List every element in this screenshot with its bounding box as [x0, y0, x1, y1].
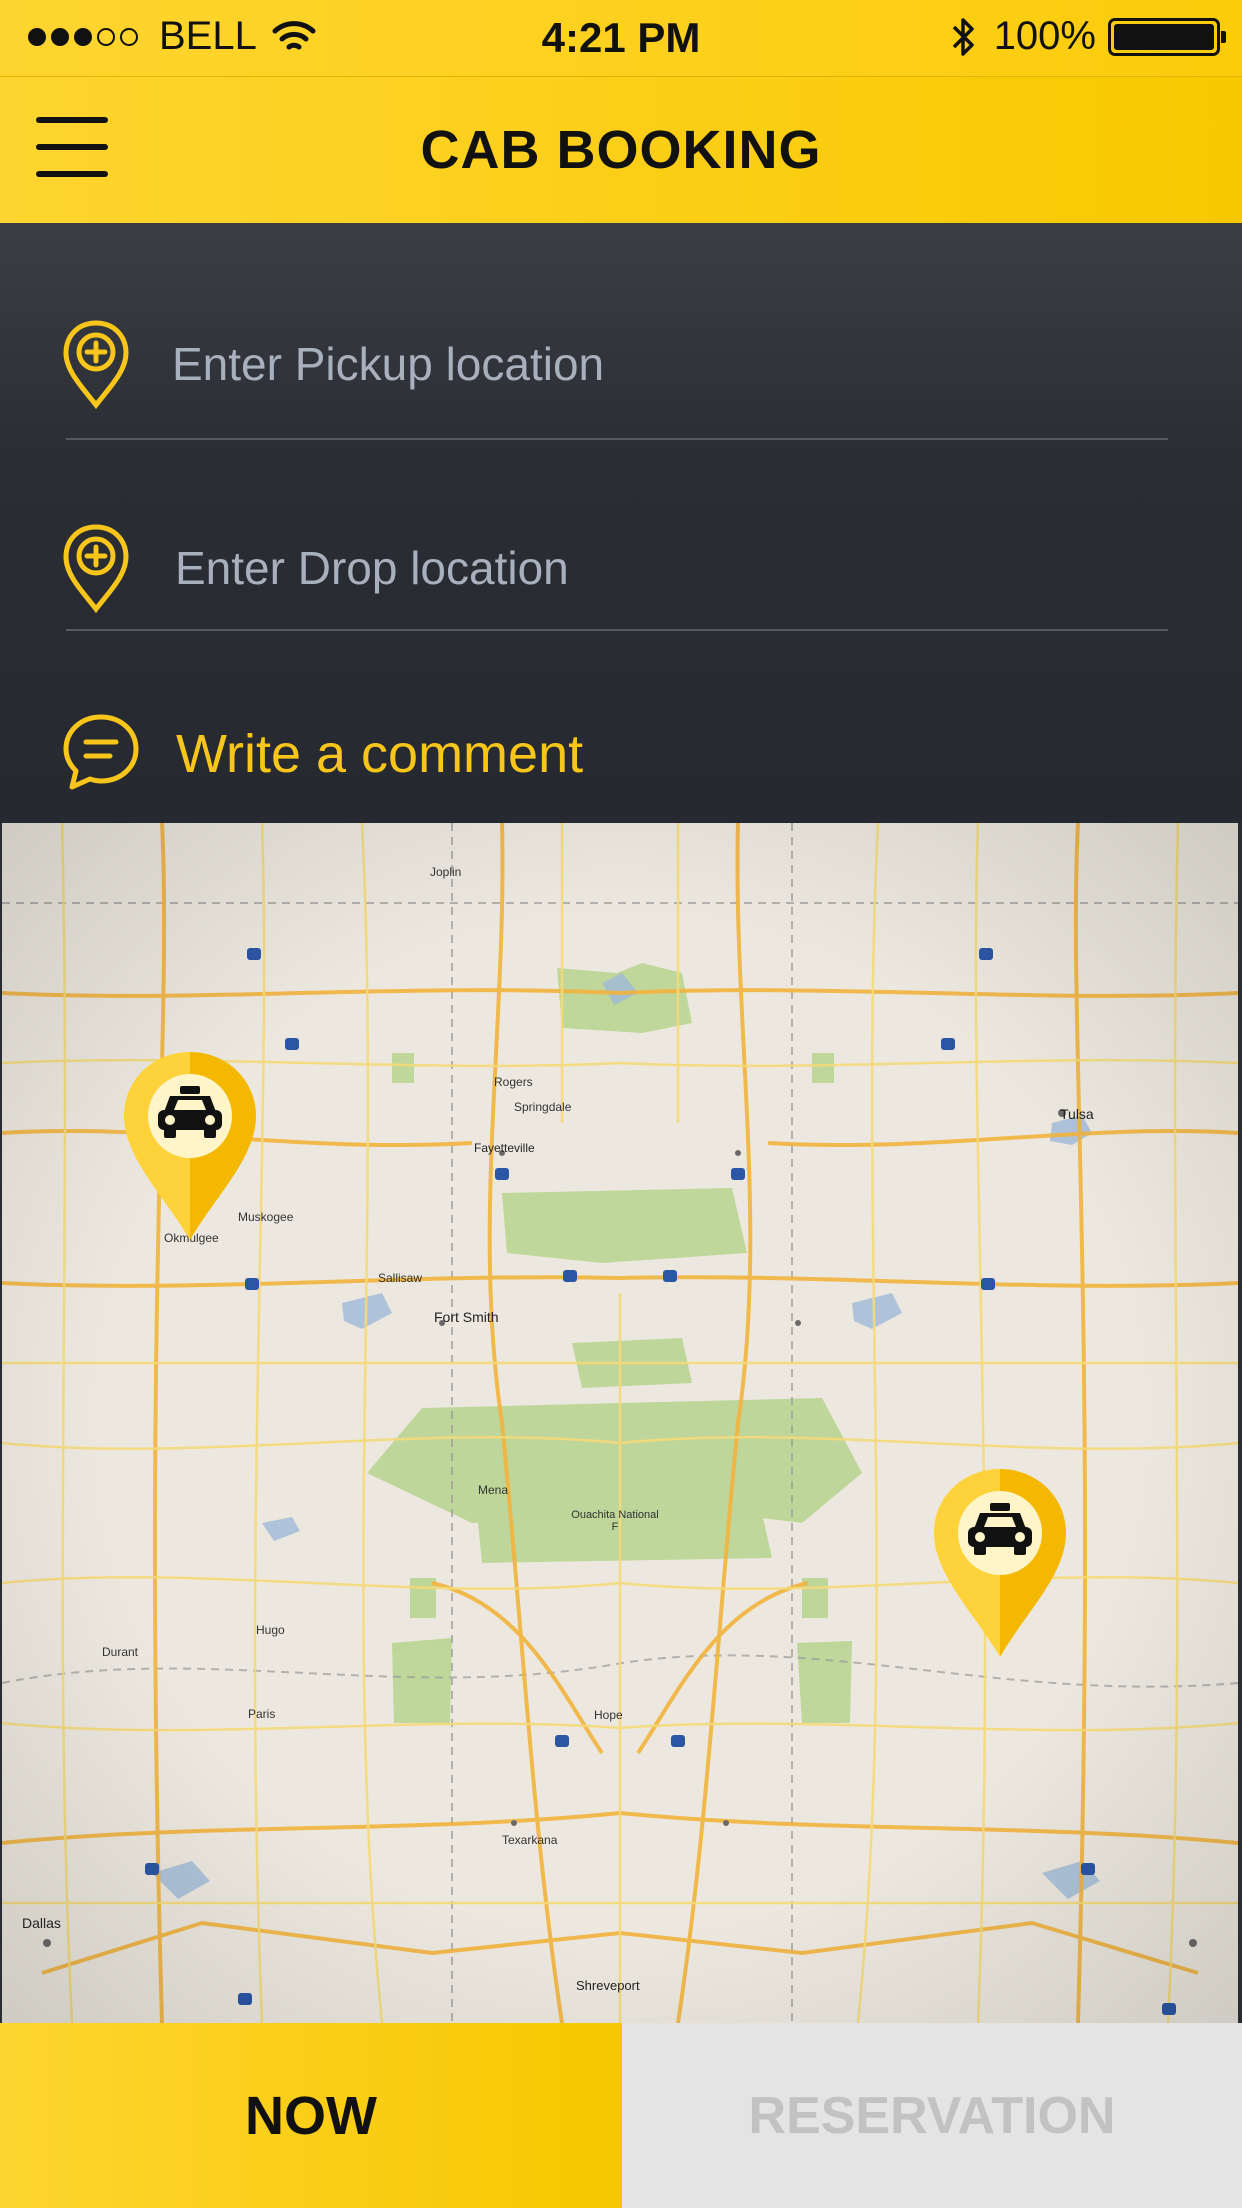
- map-label: Joplin: [430, 865, 462, 879]
- pickup-location-input[interactable]: Enter Pickup location: [172, 337, 604, 391]
- map-label: Texarkana: [502, 1833, 558, 1847]
- map-label: Sallisaw: [378, 1271, 423, 1285]
- speech-bubble-icon: [63, 714, 139, 790]
- now-button[interactable]: NOW: [0, 2023, 622, 2208]
- map-label: Fayetteville: [474, 1141, 535, 1155]
- map-label: Durant: [102, 1645, 139, 1659]
- reservation-button[interactable]: RESERVATION: [622, 2023, 1242, 2208]
- drop-location-input[interactable]: Enter Drop location: [175, 541, 569, 595]
- booking-form: Enter Pickup location Enter Drop locatio…: [0, 223, 1242, 823]
- location-pin-plus-icon: [63, 320, 129, 410]
- map-background: [2, 823, 1238, 2023]
- status-right: 100%: [948, 14, 1226, 59]
- comment-field[interactable]: Write a comment: [60, 711, 1168, 801]
- taxi-pin-marker[interactable]: [930, 1465, 1070, 1666]
- map-label: Springdale: [514, 1100, 572, 1114]
- location-pin-plus-icon: [63, 524, 129, 614]
- map-label: Hugo: [256, 1623, 285, 1637]
- comment-input[interactable]: Write a comment: [176, 723, 583, 785]
- pickup-location-field[interactable]: Enter Pickup location: [60, 317, 1168, 410]
- drop-divider: [66, 629, 1168, 631]
- battery-percent: 100%: [993, 14, 1096, 58]
- map-label: Paris: [248, 1707, 276, 1721]
- taxi-icon: [934, 1469, 1066, 1657]
- bluetooth-icon: [952, 17, 974, 56]
- battery-icon: [1108, 17, 1226, 56]
- taxi-pin-marker[interactable]: [120, 1048, 260, 1249]
- pickup-divider: [66, 438, 1168, 440]
- status-bar: BELL 4:21 PM 100%: [0, 0, 1242, 77]
- taxi-icon: [124, 1052, 256, 1240]
- app-header: CAB BOOKING: [0, 77, 1242, 223]
- page-title: CAB BOOKING: [420, 120, 822, 180]
- map-label: Shreveport: [576, 1978, 640, 1993]
- map-label: Fort Smith: [434, 1309, 499, 1325]
- drop-location-field[interactable]: Enter Drop location: [60, 521, 1168, 614]
- map-label: Tulsa: [1060, 1106, 1094, 1122]
- map-view[interactable]: Fort Smith Fayetteville Springdale Roger…: [2, 823, 1238, 2023]
- map-label: Ouachita National F: [571, 1509, 659, 1533]
- map-label: Hope: [594, 1708, 623, 1722]
- map-label: Mena: [478, 1483, 509, 1497]
- map-label: Dallas: [22, 1915, 61, 1931]
- map-label: Rogers: [494, 1075, 533, 1089]
